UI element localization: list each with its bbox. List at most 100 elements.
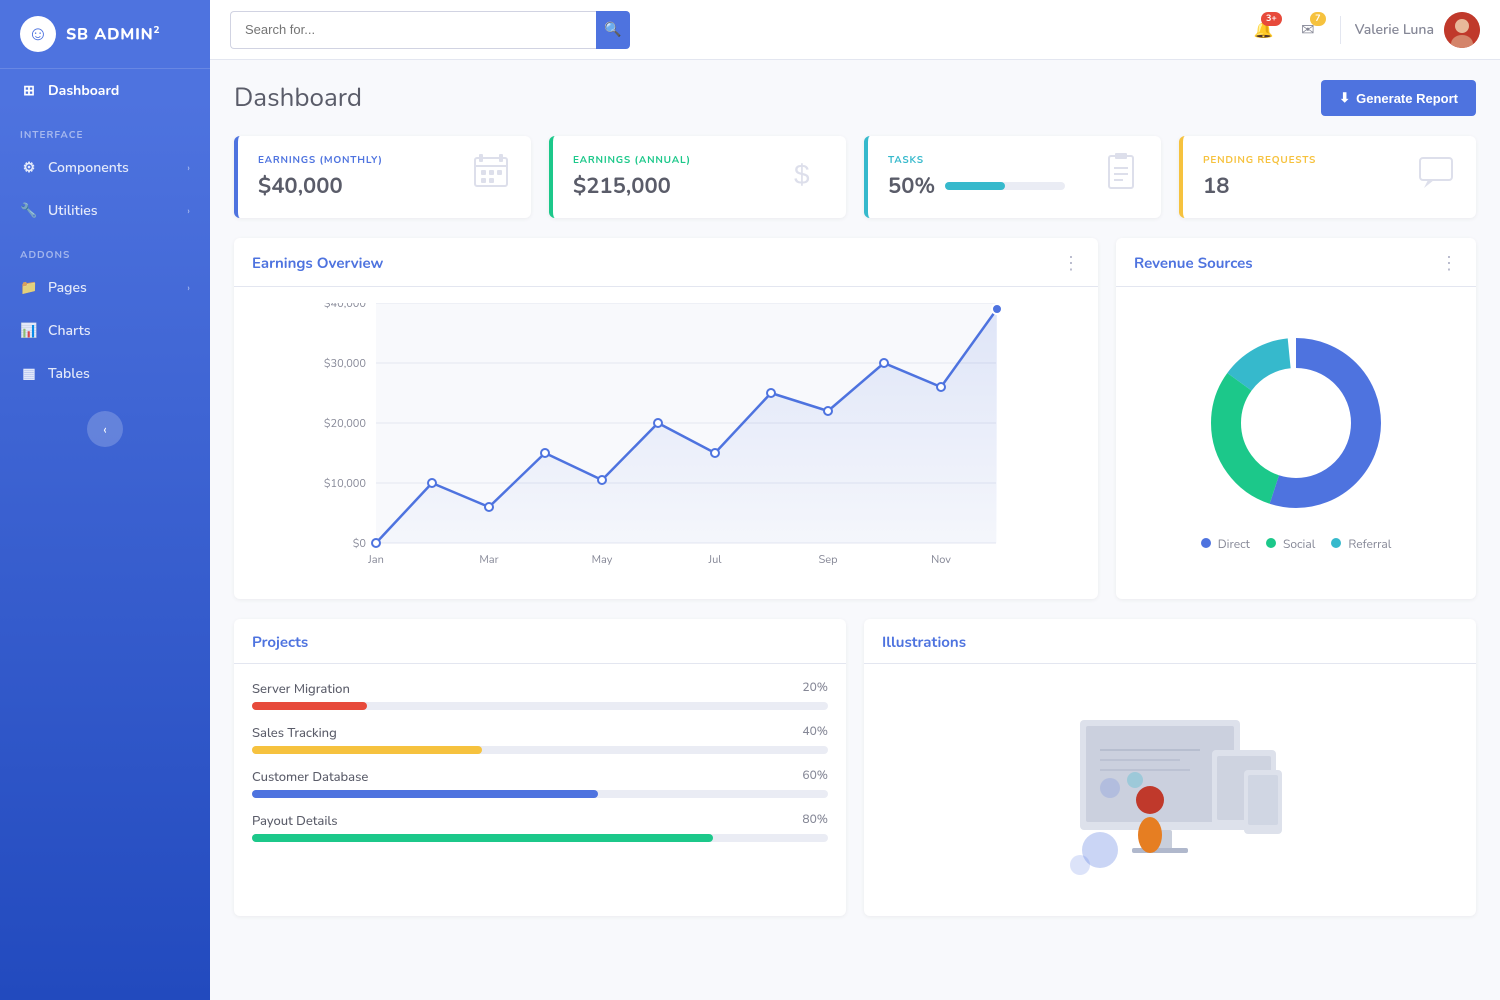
brand-name: SB ADMIN2 [66,23,160,45]
sidebar-item-dashboard[interactable]: ⊞ Dashboard [0,69,210,112]
revenue-sources-title: Revenue Sources [1134,254,1253,274]
progress-fill [252,702,367,710]
download-icon: ⬇ [1339,90,1350,106]
wrench-icon: 🔧 [20,201,38,220]
avatar [1444,12,1480,48]
topbar: 🔍 🔔 3+ ✉ 7 Valerie Luna [210,0,1500,60]
stat-label-pending-requests: PENDING REQUESTS [1203,153,1316,167]
svg-text:Sep: Sep [818,552,837,567]
page-header: Dashboard ⬇ Generate Report [234,80,1476,116]
page-content: Dashboard ⬇ Generate Report EARNINGS (MO… [210,60,1500,1000]
sidebar: ☺ SB ADMIN2 ⊞ Dashboard INTERFACE ⚙ Comp… [0,0,210,1000]
sidebar-item-components[interactable]: ⚙ Components › [0,146,210,189]
revenue-sources-menu[interactable]: ⋮ [1440,252,1458,276]
illustrations-body [864,664,1476,916]
legend-dot-referral [1331,538,1341,548]
sidebar-item-pages[interactable]: 📁 Pages › [0,266,210,309]
project-row-customer-database: Customer Database 60% [252,768,828,798]
sidebar-item-charts[interactable]: 📊 Charts [0,309,210,352]
project-name: Sales Tracking [252,724,337,742]
projects-body: Server Migration 20% Sales Tracking 40% [234,664,846,872]
svg-text:$30,000: $30,000 [324,356,367,371]
progress-fill [252,746,482,754]
line-chart-area: $0 $10,000 $20,000 $30,000 $40,000 Jan M… [252,303,1080,583]
progress-fill [252,834,713,842]
legend-social: Social [1266,537,1315,553]
svg-text:$0: $0 [353,536,367,551]
earnings-overview-menu[interactable]: ⋮ [1062,252,1080,276]
project-percent: 20% [802,680,828,698]
svg-text:Nov: Nov [931,552,951,567]
clipboard-icon [1101,152,1141,202]
sidebar-section-addons: ADDONS [0,232,210,266]
messages-button[interactable]: ✉ 7 [1290,12,1326,48]
progress-bg [252,746,828,754]
alerts-button[interactable]: 🔔 3+ [1246,12,1282,48]
stat-value-earnings-annual: $215,000 [573,171,691,201]
comment-icon [1416,152,1456,202]
project-percent: 40% [802,724,828,742]
search-input[interactable] [230,11,596,49]
illustrations-header: Illustrations [864,619,1476,664]
chevron-right-icon: › [187,161,190,175]
legend-referral: Referral [1331,537,1391,553]
bar-chart-icon: 📊 [20,321,38,340]
stat-label-earnings-annual: EARNINGS (ANNUAL) [573,153,691,167]
svg-text:Jan: Jan [367,552,384,567]
stat-value-earnings-monthly: $40,000 [258,171,383,201]
project-percent: 60% [802,768,828,786]
donut-chart-wrap: Direct Social Referral [1134,303,1458,563]
messages-badge: 7 [1310,12,1326,26]
dollar-icon: $ [786,152,826,202]
charts-row: Earnings Overview ⋮ [234,238,1476,599]
illustrations-card: Illustrations [864,619,1476,916]
stat-value-pending-requests: 18 [1203,171,1316,201]
alerts-badge: 3+ [1261,12,1282,26]
donut-chart-svg [1196,323,1396,523]
earnings-overview-card: Earnings Overview ⋮ [234,238,1098,599]
tasks-progress-bg [945,182,1065,190]
earnings-overview-body: $0 $10,000 $20,000 $30,000 $40,000 Jan M… [234,287,1098,599]
topbar-right: 🔔 3+ ✉ 7 Valerie Luna [1246,12,1480,48]
revenue-sources-header: Revenue Sources ⋮ [1116,238,1476,287]
progress-bg [252,790,828,798]
project-percent: 80% [802,812,828,830]
svg-text:$20,000: $20,000 [324,416,367,431]
progress-fill [252,790,598,798]
project-name: Customer Database [252,768,368,786]
cog-icon: ⚙ [20,158,38,177]
search-container: 🔍 [230,11,630,49]
svg-text:Mar: Mar [479,552,498,567]
chevron-right-icon-2: › [187,204,190,218]
sidebar-collapse-button[interactable]: ‹ [87,411,123,447]
progress-bg [252,702,828,710]
progress-bg [252,834,828,842]
sidebar-item-utilities[interactable]: 🔧 Utilities › [0,189,210,232]
project-name: Payout Details [252,812,338,830]
svg-text:Jul: Jul [708,552,723,567]
search-button[interactable]: 🔍 [596,11,630,49]
illustration-svg [1020,680,1320,900]
sidebar-item-tables[interactable]: ▦ Tables [0,352,210,395]
calendar-icon [471,152,511,202]
user-menu[interactable]: Valerie Luna [1355,12,1480,48]
generate-report-button[interactable]: ⬇ Generate Report [1321,80,1476,116]
legend-dot-social [1266,538,1276,548]
stat-card-earnings-annual: EARNINGS (ANNUAL) $215,000 $ [549,136,846,218]
sidebar-brand[interactable]: ☺ SB ADMIN2 [0,0,210,69]
donut-legend: Direct Social Referral [1201,537,1392,553]
topbar-divider [1340,16,1341,44]
project-row-payout-details: Payout Details 80% [252,812,828,842]
stat-card-tasks: TASKS 50% [864,136,1161,218]
main-content: 🔍 🔔 3+ ✉ 7 Valerie Luna [210,0,1500,1000]
projects-header: Projects [234,619,846,664]
revenue-sources-card: Revenue Sources ⋮ [1116,238,1476,599]
sidebar-section-interface: INTERFACE [0,112,210,146]
earnings-overview-title: Earnings Overview [252,254,383,274]
user-name: Valerie Luna [1355,20,1434,39]
legend-dot-direct [1201,538,1211,548]
tasks-progress-fill [945,182,1005,190]
stat-label-earnings-monthly: EARNINGS (MONTHLY) [258,153,383,167]
stat-card-earnings-monthly: EARNINGS (MONTHLY) $40,000 [234,136,531,218]
brand-logo: ☺ [20,16,56,52]
